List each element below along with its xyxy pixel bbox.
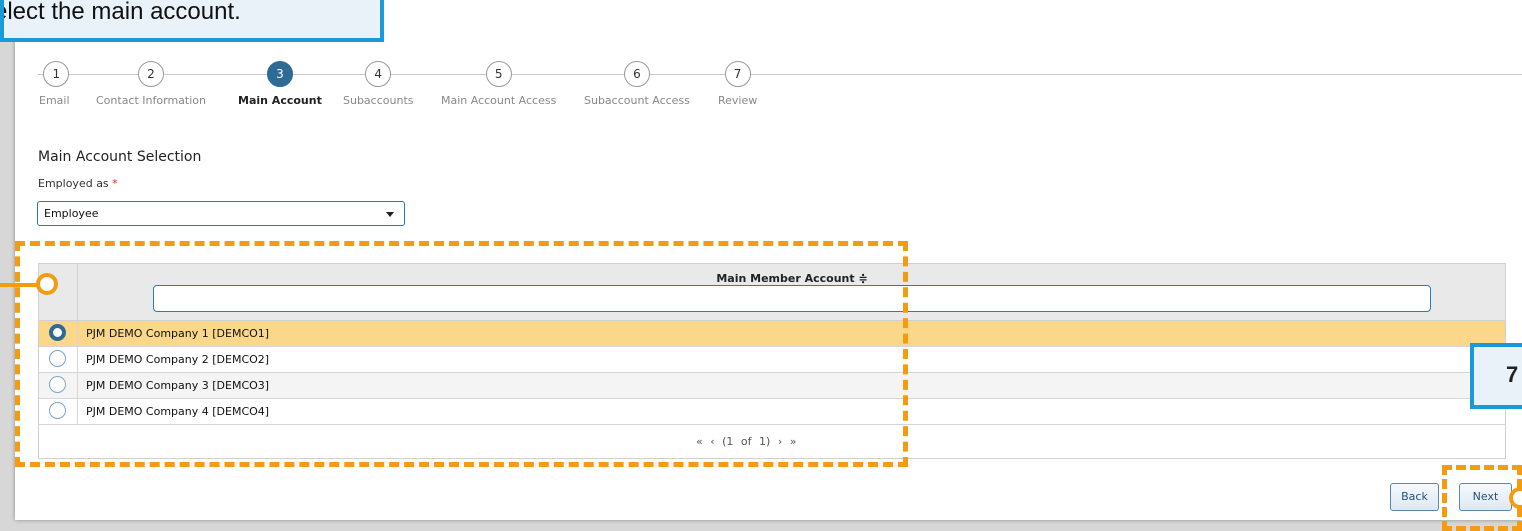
- section-title: Main Account Selection: [38, 149, 202, 165]
- step-number: 2: [137, 61, 164, 87]
- table-annotation-dot: [36, 273, 58, 295]
- step-label: Contact Information: [96, 94, 206, 107]
- wizard-step-email[interactable]: 1 Email: [39, 61, 70, 107]
- step-number: 1: [43, 61, 70, 87]
- table-annotation-leader: [0, 283, 40, 287]
- step-number: 3: [266, 61, 293, 87]
- step-label: Main Account Access: [441, 94, 557, 107]
- required-marker: *: [112, 177, 118, 190]
- employed-as-label: Employed as *: [38, 177, 118, 190]
- step-number: 5: [485, 61, 512, 87]
- wizard-step-main-account-access[interactable]: 5 Main Account Access: [441, 61, 556, 107]
- employed-as-select[interactable]: Employee: [37, 201, 405, 226]
- step-label: Email: [39, 94, 70, 107]
- step-number: 7: [724, 61, 751, 87]
- step-number-callout: 7: [1470, 343, 1522, 409]
- employed-as-text: Employed as: [38, 177, 109, 190]
- step-label: Main Account: [238, 94, 322, 107]
- step-label: Review: [718, 94, 758, 107]
- wizard-step-main-account[interactable]: 3 Main Account: [238, 61, 322, 107]
- back-button[interactable]: Back: [1390, 483, 1439, 511]
- callout-text: elect the main account.: [0, 0, 241, 25]
- wizard-step-review[interactable]: 7 Review: [718, 61, 757, 107]
- step-number: 4: [365, 61, 392, 87]
- wizard-step-contact-information[interactable]: 2 Contact Information: [96, 61, 206, 107]
- instruction-callout: elect the main account.: [0, 0, 384, 42]
- employed-as-value: Employee: [44, 207, 99, 220]
- step-number: 6: [623, 61, 650, 87]
- wizard-step-subaccount-access[interactable]: 6 Subaccount Access: [584, 61, 690, 107]
- step-number-text: 7: [1506, 362, 1519, 387]
- caret-down-icon: [386, 212, 394, 217]
- table-highlight-annotation: [15, 241, 908, 467]
- wizard-step-subaccounts[interactable]: 4 Subaccounts: [343, 61, 414, 107]
- step-label: Subaccounts: [343, 94, 414, 107]
- step-label: Subaccount Access: [584, 94, 690, 107]
